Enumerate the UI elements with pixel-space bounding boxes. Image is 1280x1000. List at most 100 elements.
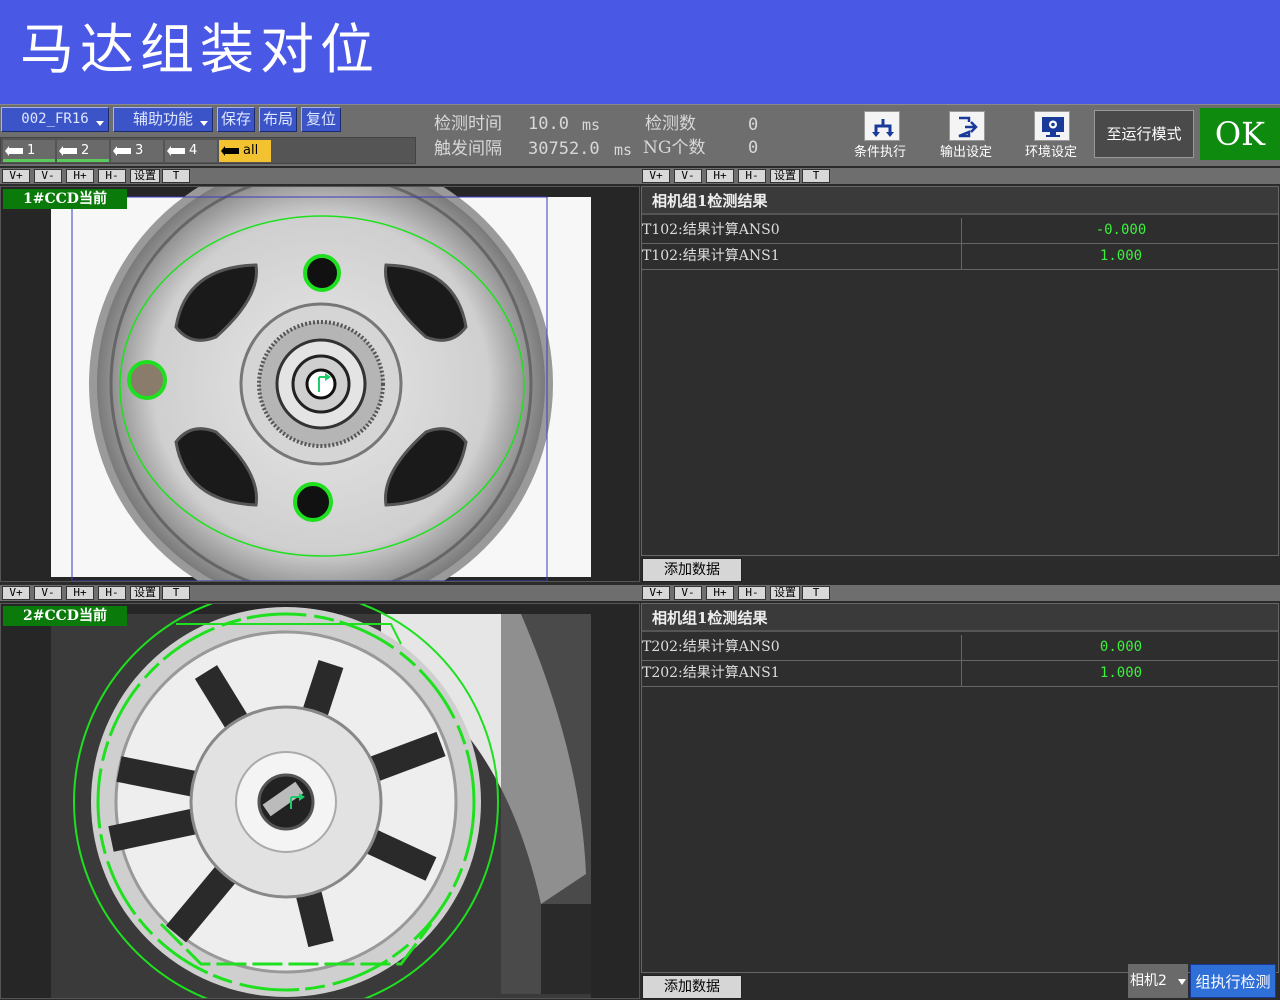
- trigger-interval-label: 触发间隔: [434, 139, 502, 159]
- ccd1-label: 1#CCD当前: [3, 189, 127, 209]
- ok-status-indicator: OK: [1200, 108, 1280, 160]
- result-view-bar-1: V+ V- H+ H- 设置 T: [640, 168, 1280, 184]
- camera-select-value: 相机2: [1130, 973, 1167, 989]
- result-value: -0.000: [1095, 222, 1147, 238]
- camera-select[interactable]: 相机2: [1128, 964, 1188, 998]
- settings-button[interactable]: 设置: [130, 586, 160, 600]
- t-button[interactable]: T: [802, 169, 830, 183]
- camera-tab-label: all: [243, 143, 259, 158]
- settings-button[interactable]: 设置: [770, 586, 800, 600]
- ccd2-label: 2#CCD当前: [3, 606, 127, 626]
- ng-count-value: 0: [748, 138, 759, 158]
- table-row[interactable]: T102:结果计算ANS0 -0.000: [642, 218, 1278, 244]
- table-row[interactable]: T202:结果计算ANS1 1.000: [642, 661, 1278, 687]
- result-value: 1.000: [1099, 248, 1143, 264]
- detect-time-label: 检测时间: [434, 114, 502, 134]
- h-plus-button[interactable]: H+: [706, 169, 734, 183]
- detect-count-label: 检测数: [645, 114, 696, 134]
- table-row[interactable]: T102:结果计算ANS1 1.000: [642, 244, 1278, 270]
- settings-button[interactable]: 设置: [770, 169, 800, 183]
- camera-tab-2[interactable]: 2: [57, 140, 109, 162]
- camera-tab-label: 4: [189, 143, 198, 158]
- camera-icon: [167, 146, 185, 156]
- camera-icon: [5, 146, 23, 156]
- ng-count-label: NG个数: [643, 138, 706, 158]
- ccd1-image-panel[interactable]: 1#CCD当前: [0, 186, 640, 582]
- condition-exec-button[interactable]: [864, 111, 900, 141]
- result-view-bar-2: V+ V- H+ H- 设置 T: [640, 585, 1280, 601]
- h-minus-button[interactable]: H-: [738, 586, 766, 600]
- ccd1-camera-image: [51, 187, 591, 581]
- t-button[interactable]: T: [802, 586, 830, 600]
- env-settings-label: 环境设定: [1025, 145, 1078, 160]
- detect-time-unit: ms: [582, 116, 601, 134]
- add-data-button[interactable]: 添加数据: [642, 975, 742, 999]
- camera-tab-strip: 1 2 3 4 all: [0, 137, 416, 164]
- table-row[interactable]: T202:结果计算ANS0 0.000: [642, 635, 1278, 661]
- condition-exec-label: 条件执行: [854, 145, 907, 160]
- camera-tab-label: 3: [135, 143, 144, 158]
- camera-tab-4[interactable]: 4: [165, 140, 217, 162]
- h-plus-button[interactable]: H+: [66, 586, 94, 600]
- output-settings-label: 输出设定: [940, 145, 993, 160]
- trigger-interval-value: 30752.0: [528, 139, 600, 159]
- env-settings-button[interactable]: [1034, 111, 1070, 141]
- v-plus-button[interactable]: V+: [2, 169, 30, 183]
- app-title: 马达组装对位: [20, 18, 380, 81]
- result-title: 相机组1检测结果: [642, 604, 1278, 632]
- camera-icon: [113, 146, 131, 156]
- chevron-down-icon: [1178, 979, 1186, 985]
- save-button[interactable]: 保存: [217, 107, 255, 132]
- detect-count-value: 0: [748, 115, 759, 135]
- h-minus-button[interactable]: H-: [738, 169, 766, 183]
- result-name: T202:结果计算ANS1: [642, 661, 962, 686]
- h-plus-button[interactable]: H+: [706, 586, 734, 600]
- h-minus-button[interactable]: H-: [98, 169, 126, 183]
- camera-tab-label: 1: [27, 143, 36, 158]
- v-plus-button[interactable]: V+: [642, 586, 670, 600]
- v-plus-button[interactable]: V+: [642, 169, 670, 183]
- result-panel-1: 相机组1检测结果 T102:结果计算ANS0 -0.000 T102:结果计算A…: [641, 186, 1279, 556]
- monitor-gear-icon: [1042, 117, 1064, 137]
- v-minus-button[interactable]: V-: [674, 169, 702, 183]
- branch-icon: [872, 119, 894, 137]
- v-minus-button[interactable]: V-: [674, 586, 702, 600]
- camera-tab-1[interactable]: 1: [3, 140, 55, 162]
- active-indicator: [3, 159, 55, 162]
- result-name: T102:结果计算ANS0: [642, 218, 962, 243]
- camera-tab-label: 2: [81, 143, 90, 158]
- group-exec-button[interactable]: 组执行检测: [1190, 964, 1276, 998]
- output-settings-button[interactable]: [949, 111, 985, 141]
- result-name: T102:结果计算ANS1: [642, 244, 962, 269]
- v-minus-button[interactable]: V-: [34, 169, 62, 183]
- aux-function-menu[interactable]: 辅助功能: [113, 107, 213, 132]
- t-button[interactable]: T: [162, 169, 190, 183]
- camera-icon: [221, 146, 239, 156]
- trigger-interval-unit: ms: [614, 141, 633, 159]
- camera-icon: [59, 146, 77, 156]
- v-plus-button[interactable]: V+: [2, 586, 30, 600]
- settings-button[interactable]: 设置: [130, 169, 160, 183]
- h-minus-button[interactable]: H-: [98, 586, 126, 600]
- add-data-button[interactable]: 添加数据: [642, 558, 742, 582]
- result-title: 相机组1检测结果: [642, 187, 1278, 215]
- result-value: 0.000: [1099, 639, 1143, 655]
- result-name: T202:结果计算ANS0: [642, 635, 962, 660]
- layout-button[interactable]: 布局: [259, 107, 297, 132]
- result-value: 1.000: [1099, 665, 1143, 681]
- run-mode-button[interactable]: 至运行模式: [1094, 110, 1194, 158]
- ccd2-image-panel[interactable]: 2#CCD当前: [0, 603, 640, 999]
- t-button[interactable]: T: [162, 586, 190, 600]
- program-select[interactable]: 002_FR16: [1, 107, 109, 132]
- image-view-bar-2: V+ V- H+ H- 设置 T: [0, 585, 640, 601]
- detect-time-value: 10.0: [528, 114, 569, 134]
- h-plus-button[interactable]: H+: [66, 169, 94, 183]
- active-indicator: [57, 159, 109, 162]
- result-panel-2: 相机组1检测结果 T202:结果计算ANS0 0.000 T202:结果计算AN…: [641, 603, 1279, 973]
- v-minus-button[interactable]: V-: [34, 586, 62, 600]
- ccd2-camera-image: [51, 604, 591, 998]
- reset-button[interactable]: 复位: [301, 107, 341, 132]
- camera-tab-all[interactable]: all: [219, 140, 271, 162]
- image-view-bar-1: V+ V- H+ H- 设置 T: [0, 168, 640, 184]
- camera-tab-3[interactable]: 3: [111, 140, 163, 162]
